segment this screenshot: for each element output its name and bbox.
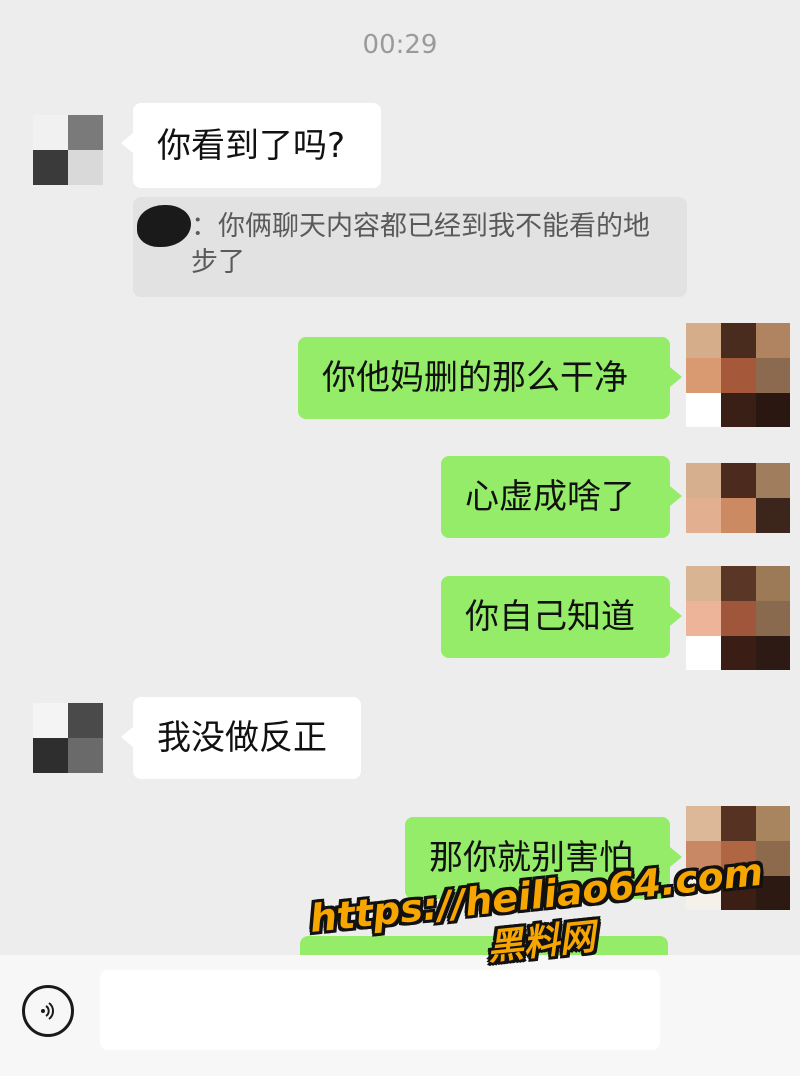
message-bubble[interactable]: 你自己知道: [441, 576, 682, 658]
message-text: 心虚成啥了: [465, 477, 635, 517]
voice-icon[interactable]: [22, 985, 74, 1037]
quoted-text: ：你俩聊天内容都已经到我不能看的地步了: [191, 211, 650, 278]
message-text: 你他妈删的那么干净: [322, 358, 628, 398]
message-text: 我没做反正: [157, 718, 327, 758]
contact-avatar[interactable]: [33, 115, 103, 185]
message-bubble[interactable]: 你他妈删的那么干净: [298, 337, 682, 419]
message-bubble[interactable]: 心虚成啥了: [441, 456, 682, 538]
my-avatar[interactable]: [686, 566, 790, 670]
timestamp: 00:29: [362, 30, 438, 60]
message-bubble[interactable]: 我没做反正: [121, 697, 361, 779]
message-bubble[interactable]: 你看到了吗?: [121, 103, 381, 188]
quoted-message[interactable]: ：你俩聊天内容都已经到我不能看的地步了: [133, 197, 687, 297]
voice-waves-icon: [41, 1002, 54, 1020]
contact-avatar[interactable]: [33, 703, 103, 773]
message-text: 你看到了吗?: [157, 125, 346, 166]
my-avatar[interactable]: [686, 323, 790, 427]
my-avatar[interactable]: [686, 463, 790, 533]
message-text: 你自己知道: [465, 597, 635, 637]
